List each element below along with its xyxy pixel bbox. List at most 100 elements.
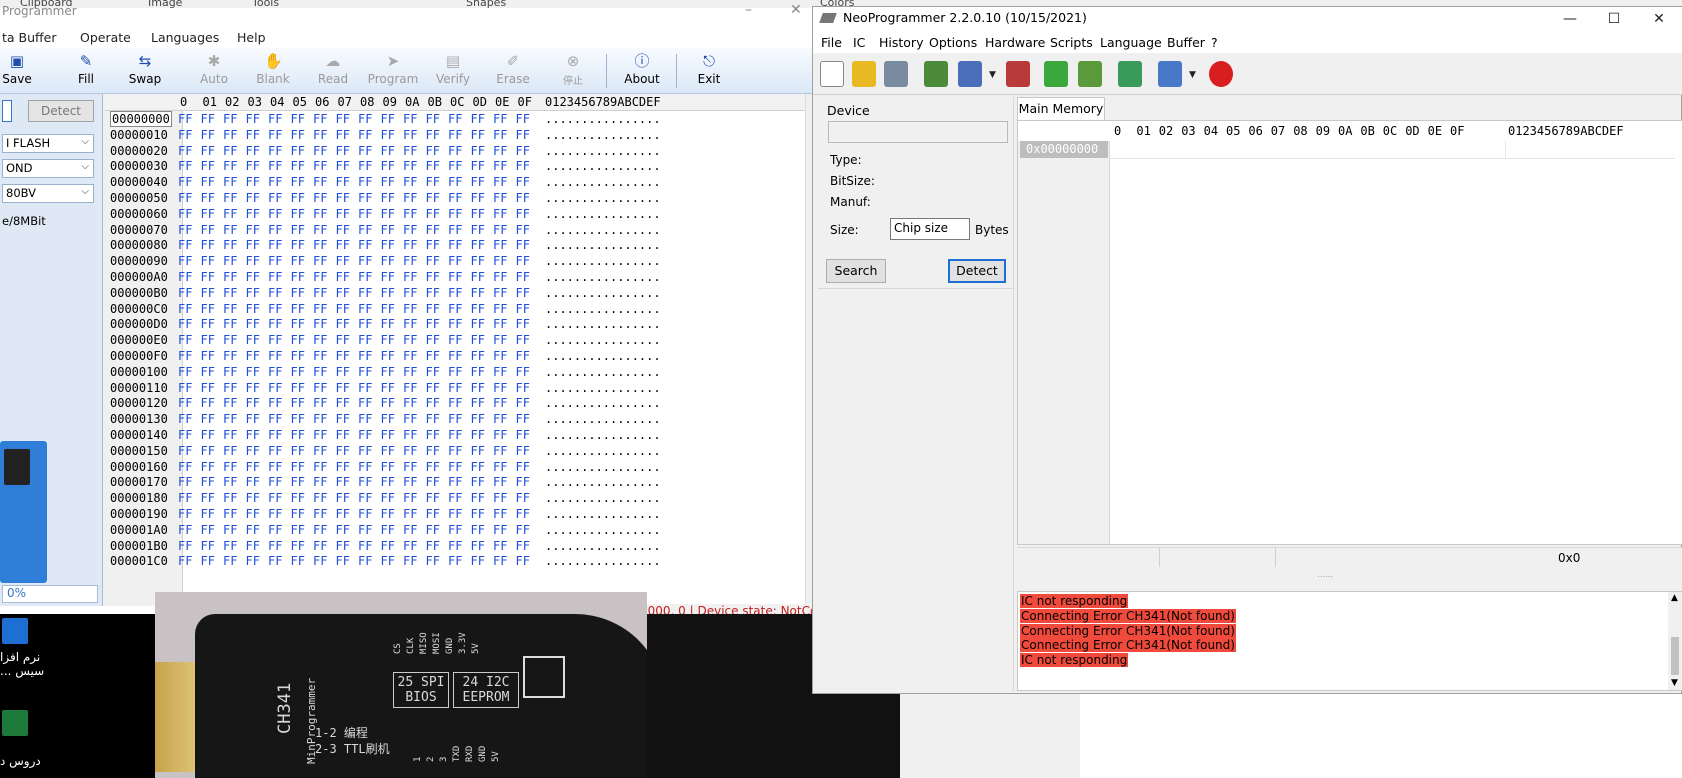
hex-byte[interactable]: FF (246, 302, 260, 316)
hex-byte[interactable]: FF (336, 381, 350, 395)
hex-byte[interactable]: FF (426, 238, 440, 252)
fill-button[interactable]: ✎ Fill (59, 50, 113, 92)
hex-byte[interactable]: FF (426, 159, 440, 173)
hex-byte[interactable]: FF (291, 317, 305, 331)
hex-byte[interactable]: FF (471, 460, 485, 474)
splitter[interactable]: ⋯⋯ (1017, 567, 1682, 591)
hex-byte[interactable]: FF (268, 349, 282, 363)
hex-byte[interactable]: FF (471, 381, 485, 395)
hex-byte[interactable]: FF (201, 554, 215, 568)
hex-byte[interactable]: FF (403, 207, 417, 221)
hex-byte[interactable]: FF (358, 286, 372, 300)
hex-byte[interactable]: FF (201, 491, 215, 505)
hex-byte[interactable]: FF (381, 523, 395, 537)
hex-byte[interactable]: FF (178, 317, 192, 331)
hex-byte[interactable]: FF (516, 428, 530, 442)
hex-byte[interactable]: FF (403, 175, 417, 189)
hex-byte[interactable]: FF (313, 539, 327, 553)
hex-byte[interactable]: FF (516, 539, 530, 553)
menu-help[interactable]: Help (237, 30, 266, 45)
hex-byte[interactable]: FF (268, 381, 282, 395)
erase-chip-button[interactable] (1003, 58, 1033, 90)
program-button[interactable]: ➤ Program (366, 50, 420, 92)
hex-byte[interactable]: FF (223, 475, 237, 489)
hex-byte[interactable]: FF (516, 191, 530, 205)
hex-byte[interactable]: FF (268, 412, 282, 426)
hex-byte[interactable]: FF (336, 523, 350, 537)
hex-byte[interactable]: FF (448, 286, 462, 300)
hex-byte[interactable]: FF (471, 396, 485, 410)
hex-byte[interactable]: FF (448, 412, 462, 426)
hex-byte[interactable]: FF (426, 523, 440, 537)
hex-byte[interactable]: FF (403, 460, 417, 474)
hex-byte[interactable]: FF (358, 175, 372, 189)
hex-byte[interactable]: FF (448, 349, 462, 363)
hex-byte[interactable]: FF (201, 191, 215, 205)
hex-byte[interactable]: FF (313, 428, 327, 442)
hex-byte[interactable]: FF (223, 539, 237, 553)
hex-byte[interactable]: FF (291, 523, 305, 537)
menu-buffer[interactable]: Buffer (1167, 35, 1205, 50)
hex-byte[interactable]: FF (336, 254, 350, 268)
hex-byte[interactable]: FF (246, 507, 260, 521)
hex-byte[interactable]: FF (268, 144, 282, 158)
auto-button[interactable]: ✱ Auto (187, 50, 241, 92)
hex-byte[interactable]: FF (178, 302, 192, 316)
hex-byte[interactable]: FF (268, 175, 282, 189)
hex-byte[interactable]: FF (223, 428, 237, 442)
hex-byte[interactable]: FF (246, 475, 260, 489)
hex-byte[interactable]: FF (493, 175, 507, 189)
hex-byte[interactable]: FF (448, 254, 462, 268)
hex-byte[interactable]: FF (403, 254, 417, 268)
hex-byte[interactable]: FF (268, 286, 282, 300)
hex-byte[interactable]: FF (291, 381, 305, 395)
hex-byte[interactable]: FF (426, 175, 440, 189)
hex-byte[interactable]: FF (313, 491, 327, 505)
hex-byte[interactable]: FF (223, 365, 237, 379)
hex-byte[interactable]: FF (358, 317, 372, 331)
hex-byte[interactable]: FF (268, 428, 282, 442)
hex-byte[interactable]: FF (223, 270, 237, 284)
chevron-down-icon[interactable]: ▼ (989, 70, 996, 80)
hex-byte[interactable]: FF (358, 223, 372, 237)
hex-byte[interactable]: FF (336, 207, 350, 221)
hex-byte[interactable]: FF (201, 223, 215, 237)
hex-byte[interactable]: FF (426, 333, 440, 347)
save-button[interactable]: ▣ Save (0, 50, 44, 92)
hex-byte[interactable]: FF (516, 254, 530, 268)
hex-byte[interactable]: FF (246, 270, 260, 284)
hex-byte[interactable]: FF (381, 365, 395, 379)
hex-byte[interactable]: FF (448, 317, 462, 331)
hex-byte[interactable]: FF (358, 349, 372, 363)
hex-byte[interactable]: FF (493, 365, 507, 379)
hex-byte[interactable]: FF (268, 507, 282, 521)
hex-byte[interactable]: FF (403, 128, 417, 142)
hex-byte[interactable]: FF (178, 144, 192, 158)
hex-byte[interactable]: FF (201, 270, 215, 284)
menu-ic[interactable]: IC (853, 35, 865, 50)
hex-byte[interactable]: FF (493, 428, 507, 442)
hex-byte[interactable]: FF (403, 396, 417, 410)
hex-byte[interactable]: FF (426, 539, 440, 553)
hex-byte[interactable]: FF (246, 428, 260, 442)
hex-byte[interactable]: FF (426, 254, 440, 268)
excel-file-icon[interactable] (2, 710, 28, 736)
hex-byte[interactable]: FF (381, 317, 395, 331)
hex-byte[interactable]: FF (178, 460, 192, 474)
hex-byte[interactable]: FF (426, 349, 440, 363)
hex-byte[interactable]: FF (268, 475, 282, 489)
hex-byte[interactable]: FF (291, 554, 305, 568)
hex-byte[interactable]: FF (381, 159, 395, 173)
blank-check-button[interactable] (1075, 58, 1105, 90)
hex-byte[interactable]: FF (246, 365, 260, 379)
hex-byte[interactable]: FF (471, 412, 485, 426)
hex-byte[interactable]: FF (516, 223, 530, 237)
hex-byte[interactable]: FF (358, 554, 372, 568)
hex-byte[interactable]: FF (313, 475, 327, 489)
hex-editor[interactable]: 0 01 02 03 04 05 06 07 08 09 0A 0B 0C 0D 0E 0F 012345678… (105, 94, 805, 604)
hex-byte[interactable]: FF (268, 317, 282, 331)
hex-byte[interactable]: FF (223, 381, 237, 395)
hex-byte[interactable]: FF (381, 144, 395, 158)
chip-type-combo[interactable]: I FLASH ⌵ (2, 134, 94, 153)
hex-byte[interactable]: FF (336, 444, 350, 458)
